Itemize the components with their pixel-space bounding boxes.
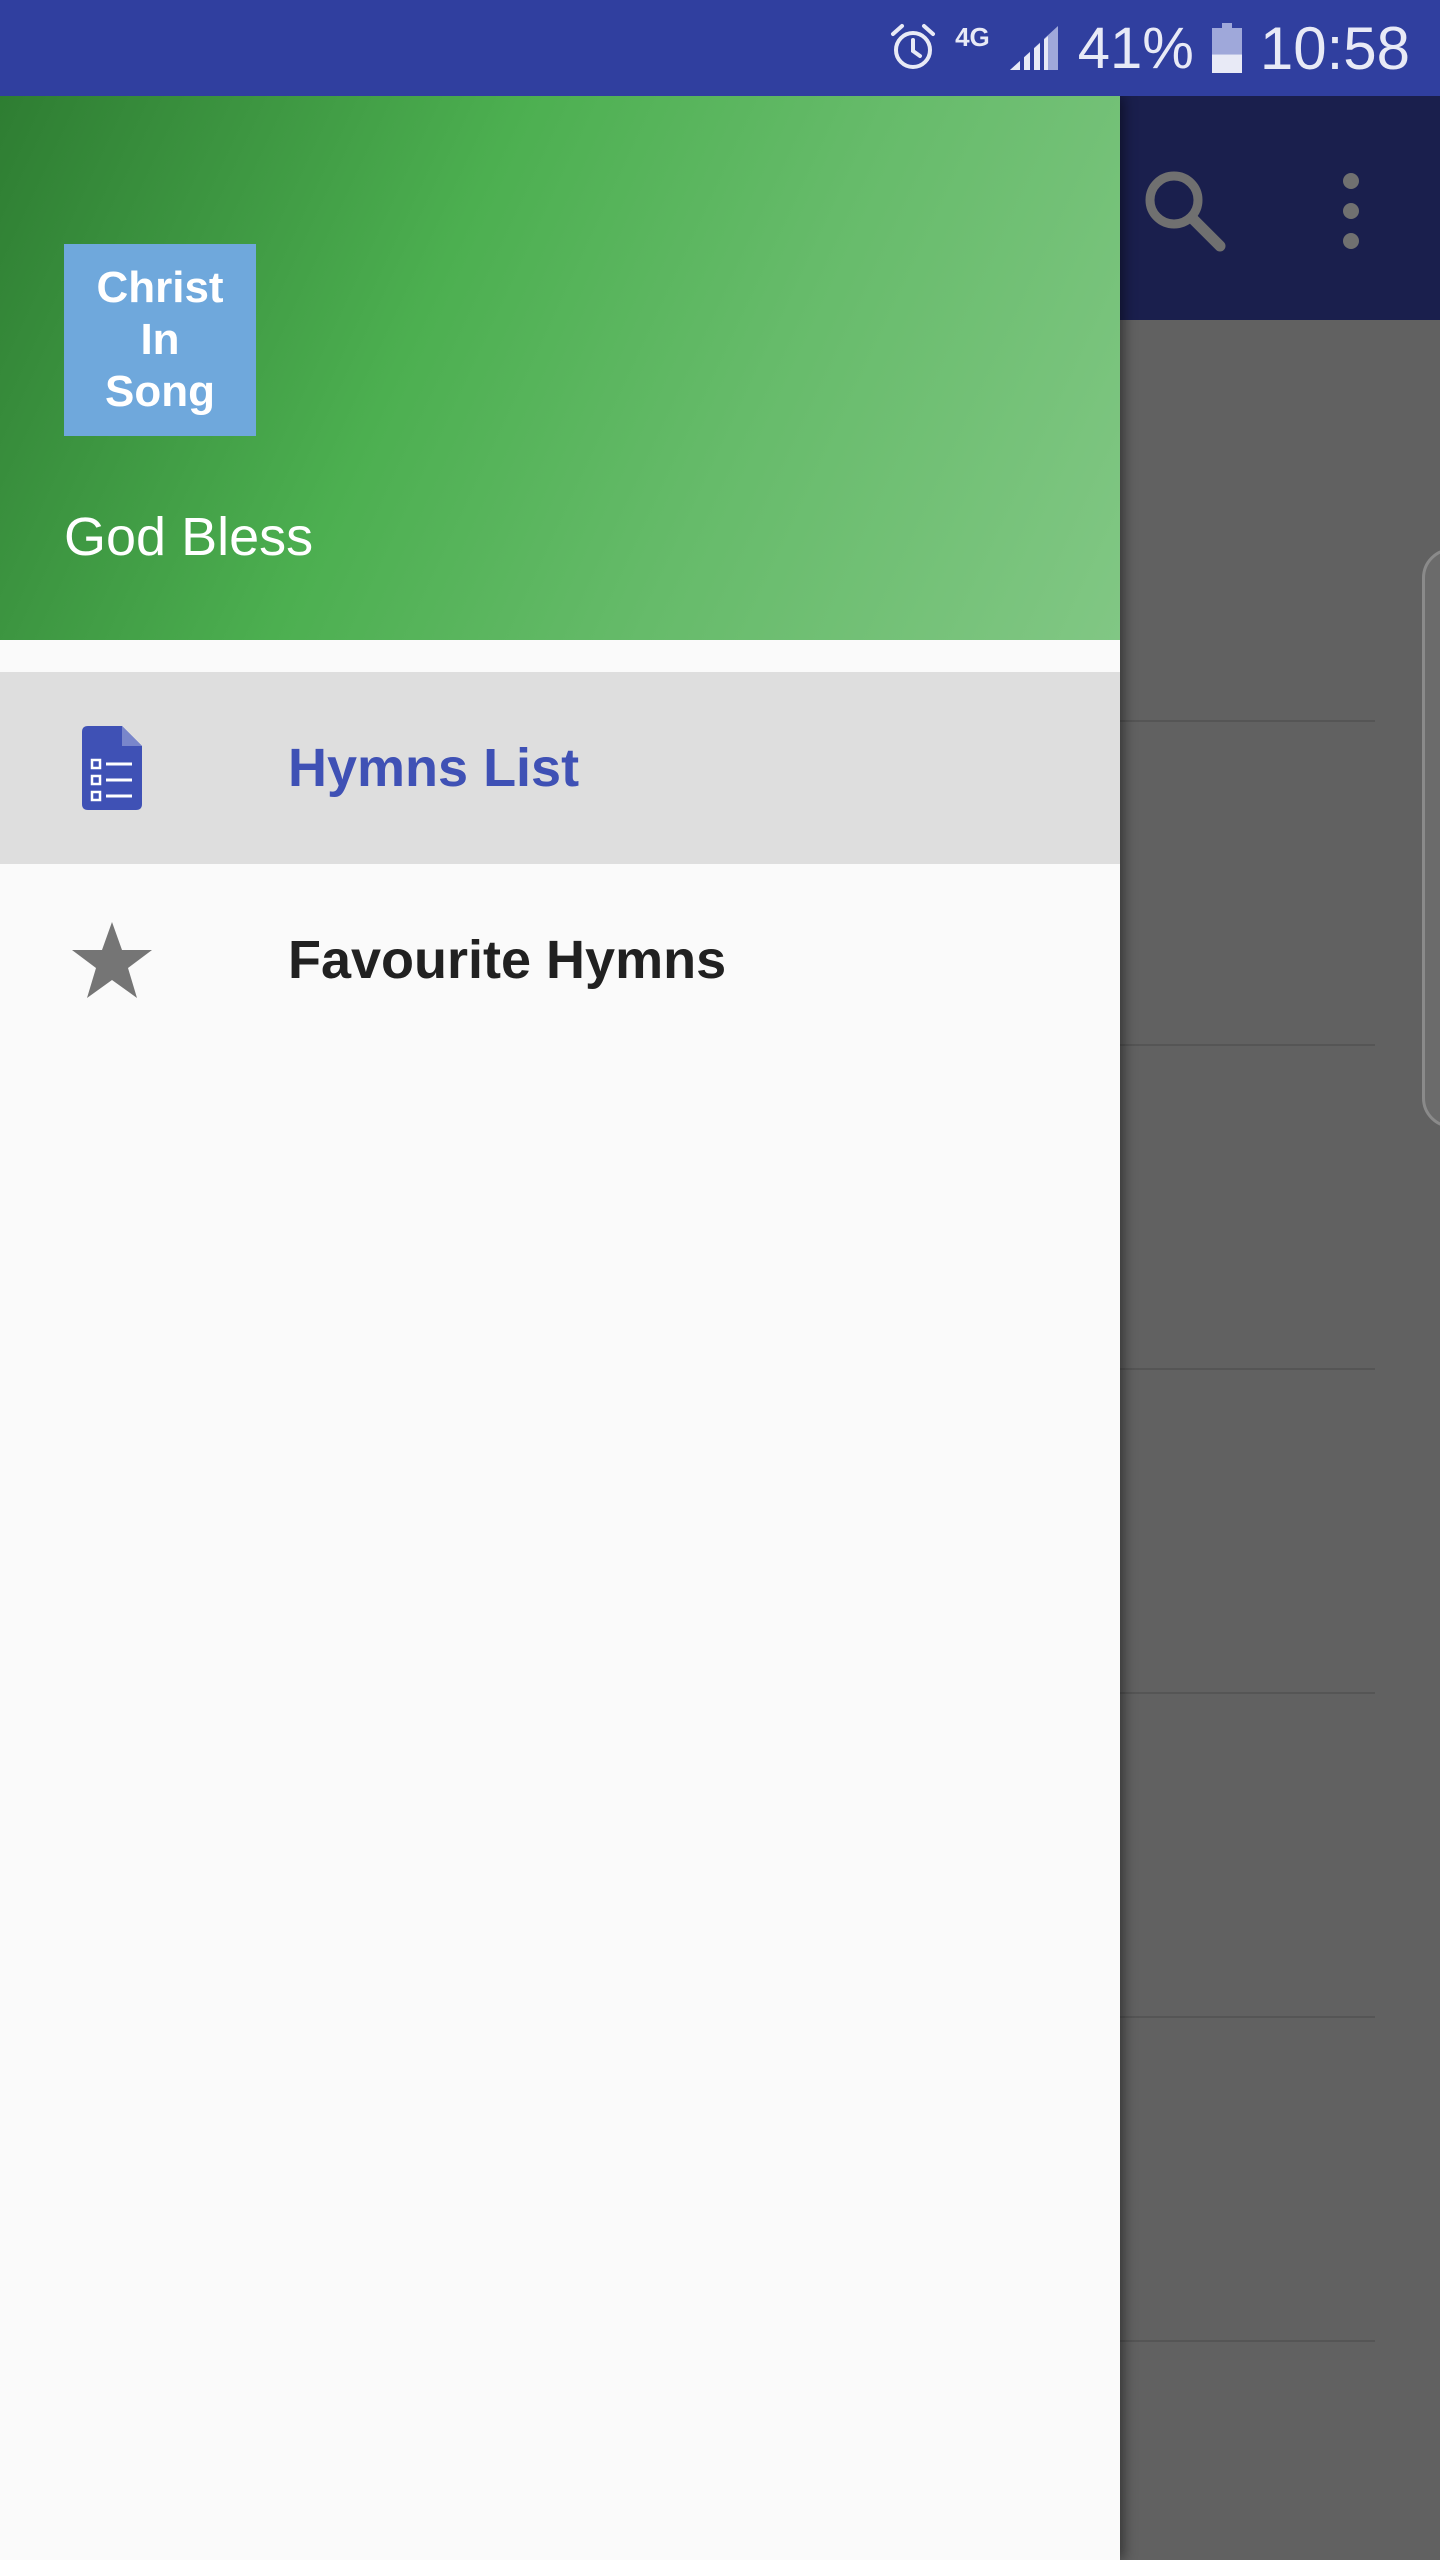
list-divider (1120, 1692, 1375, 1694)
logo-line: In (140, 315, 180, 364)
search-icon[interactable] (1140, 166, 1226, 252)
list-divider (1120, 2340, 1375, 2342)
menu-item-label: Hymns List (288, 738, 580, 798)
logo-line: Song (105, 367, 215, 416)
signal-icon (1008, 24, 1060, 72)
drawer-header: Christ In Song God Bless (0, 96, 1120, 640)
drawer-menu: Hymns List Favourite Hymns (0, 672, 1120, 1056)
battery-percent: 41% (1077, 15, 1194, 81)
drawer-subtitle: God Bless (64, 507, 314, 567)
star-icon (64, 912, 160, 1008)
logo-line: Christ (96, 263, 224, 312)
clock: 10:58 (1259, 14, 1410, 82)
menu-item-hymns-list[interactable]: Hymns List (0, 672, 1120, 864)
app-logo: Christ In Song (64, 244, 256, 436)
network-type: 4G (955, 22, 990, 52)
menu-item-label: Favourite Hymns (288, 930, 727, 990)
more-vert-icon[interactable] (1325, 171, 1377, 251)
list-divider (1120, 1368, 1375, 1370)
floating-card-edge (1422, 548, 1440, 1128)
navigation-drawer: Christ In Song God Bless Hymns List Favo… (0, 96, 1120, 2560)
list-divider (1120, 2016, 1375, 2018)
document-list-icon (64, 720, 160, 816)
list-divider (1120, 1044, 1375, 1046)
list-divider (1120, 720, 1375, 722)
menu-item-favourite-hymns[interactable]: Favourite Hymns (0, 864, 1120, 1056)
status-bar: 4G 41% 10:58 (0, 0, 1440, 96)
battery-icon (1211, 23, 1242, 73)
alarm-icon (889, 22, 937, 74)
